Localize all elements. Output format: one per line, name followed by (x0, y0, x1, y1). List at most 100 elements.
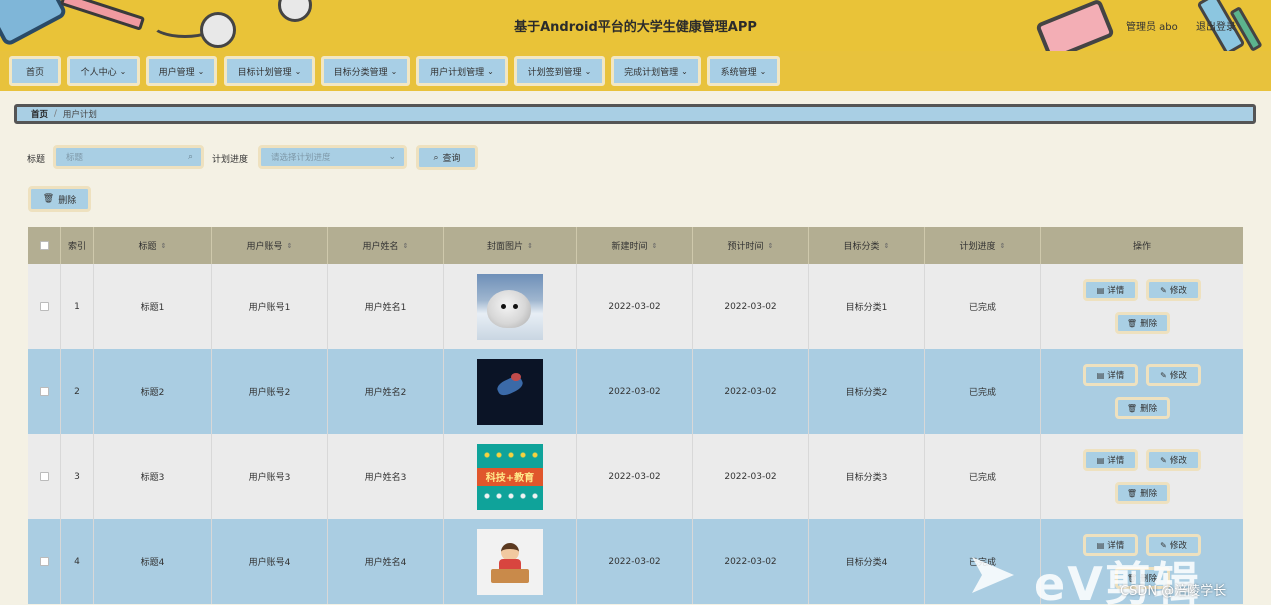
row-ops: ▤ 详情 ✎ 修改 🗑 删除 (1041, 264, 1243, 349)
chevron-down-icon: ⌄ (681, 66, 688, 76)
row-created: 2022-03-02 (577, 434, 693, 519)
nav-system-mgmt[interactable]: 系统管理 ⌄ (707, 56, 780, 86)
sort-icon: ⇕ (999, 241, 1006, 250)
table-row: 2 标题2 用户账号2 用户姓名2 2022-03-02 2022-03-02 … (28, 349, 1243, 434)
col-name[interactable]: 用户姓名 ⇕ (328, 227, 444, 264)
row-progress: 已完成 (925, 434, 1041, 519)
sort-icon: ⇕ (286, 241, 293, 250)
edit-button[interactable]: ✎ 修改 (1146, 449, 1201, 471)
col-index: 索引 (61, 227, 94, 264)
row-category: 目标分类1 (809, 264, 925, 349)
row-expected: 2022-03-02 (693, 349, 809, 434)
detail-button[interactable]: ▤ 详情 (1083, 364, 1138, 386)
nav-complete-plan-mgmt[interactable]: 完成计划管理 ⌄ (611, 56, 701, 86)
row-title: 标题3 (94, 434, 212, 519)
row-category: 目标分类3 (809, 434, 925, 519)
select-all-checkbox[interactable] (39, 241, 49, 250)
row-account: 用户账号3 (212, 434, 328, 519)
title-search-input[interactable]: 标题 ⌕ (53, 145, 204, 169)
chevron-down-icon: ⌄ (119, 66, 127, 76)
row-ops: ▤ 详情 ✎ 修改 🗑 删除 (1041, 349, 1243, 434)
chevron-down-icon: ⌄ (388, 152, 396, 162)
col-created[interactable]: 新建时间 ⇕ (577, 227, 693, 264)
row-category: 目标分类4 (809, 519, 925, 604)
sort-icon: ⇕ (883, 241, 890, 250)
edit-button[interactable]: ✎ 修改 (1146, 364, 1201, 386)
current-user: 管理员 abo (1126, 22, 1178, 33)
nav-checkin-mgmt[interactable]: 计划签到管理 ⌄ (514, 56, 605, 86)
delete-button[interactable]: 🗑 删除 (1114, 397, 1170, 419)
cover-image-seal (477, 273, 543, 340)
nav-goal-plan-mgmt[interactable]: 目标计划管理 ⌄ (224, 56, 315, 86)
trash-icon: 🗑 (1126, 318, 1138, 328)
sort-icon: ⇕ (767, 241, 774, 250)
breadcrumb-home[interactable]: 首页 (31, 108, 48, 120)
row-progress: 已完成 (925, 349, 1041, 434)
ev-logo-icon (972, 557, 1014, 593)
trash-icon: 🗑 (1126, 488, 1138, 498)
row-created: 2022-03-02 (577, 264, 693, 349)
breadcrumb: 首页 / 用户计划 (14, 104, 1256, 124)
logout-link[interactable]: 退出登录 (1196, 18, 1236, 33)
query-button[interactable]: ⌕ 查询 (416, 145, 478, 170)
top-nav: 首页 个人中心 ⌄ 用户管理 ⌄ 目标计划管理 ⌄ 目标分类管理 ⌄ 用户计划管理 ⌄ 计… (0, 51, 1271, 91)
sort-icon: ⇕ (402, 241, 409, 250)
nav-home[interactable]: 首页 (9, 56, 61, 86)
chevron-down-icon: ⌄ (197, 66, 205, 76)
row-account: 用户账号1 (212, 264, 328, 349)
row-title: 标题4 (94, 519, 212, 604)
document-icon: ▤ (1096, 285, 1105, 295)
delete-button[interactable]: 🗑 删除 (1114, 312, 1170, 334)
detail-button[interactable]: ▤ 详情 (1083, 279, 1138, 301)
row-checkbox[interactable] (39, 302, 49, 311)
batch-delete-button[interactable]: 🗑 删除 (28, 186, 91, 212)
cover-image-dancer (477, 358, 543, 425)
row-ops: ▤ 详情 ✎ 修改 🗑 删除 (1041, 434, 1243, 519)
chevron-down-icon: ⌄ (294, 66, 302, 76)
title-label: 标题 (27, 155, 46, 165)
document-icon: ▤ (1096, 455, 1105, 465)
progress-select[interactable]: 请选择计划进度 ⌄ (258, 145, 407, 169)
search-icon: ⌕ (187, 152, 193, 162)
row-title: 标题1 (94, 264, 212, 349)
table-header: 索引 标题 ⇕ 用户账号 ⇕ 用户姓名 ⇕ 封面图片 ⇕ 新建时间 ⇕ 预计时间 ⇕ 目标分… (28, 227, 1243, 264)
row-account: 用户账号2 (212, 349, 328, 434)
table-row: 3 标题3 用户账号3 用户姓名3 科技+教育 2022-03-02 2022-… (28, 434, 1243, 519)
row-checkbox[interactable] (39, 472, 49, 481)
col-category[interactable]: 目标分类 ⇕ (809, 227, 925, 264)
select-all-cell (28, 227, 61, 264)
breadcrumb-current: 用户计划 (62, 110, 97, 120)
col-title[interactable]: 标题 ⇕ (94, 227, 212, 264)
nav-user-mgmt[interactable]: 用户管理 ⌄ (146, 56, 217, 86)
progress-label: 计划进度 (212, 155, 249, 165)
sort-icon: ⇕ (527, 241, 533, 250)
row-checkbox[interactable] (39, 557, 49, 566)
edit-icon: ✎ (1160, 285, 1167, 295)
delete-button[interactable]: 🗑 删除 (1114, 482, 1170, 504)
col-account[interactable]: 用户账号 ⇕ (212, 227, 328, 264)
row-expected: 2022-03-02 (693, 519, 809, 604)
col-ops: 操作 (1132, 242, 1151, 252)
csdn-watermark: CSDN @涪陵学长 (1120, 584, 1227, 599)
col-expected[interactable]: 预计时间 ⇕ (693, 227, 809, 264)
row-category: 目标分类2 (809, 349, 925, 434)
chevron-down-icon: ⌄ (390, 66, 398, 76)
edit-icon: ✎ (1160, 455, 1167, 465)
col-cover[interactable]: 封面图片 ⇕ (444, 227, 577, 264)
detail-button[interactable]: ▤ 详情 (1083, 449, 1138, 471)
row-account: 用户账号4 (212, 519, 328, 604)
row-name: 用户姓名4 (328, 519, 444, 604)
nav-goal-category-mgmt[interactable]: 目标分类管理 ⌄ (321, 56, 410, 86)
chevron-down-icon: ⌄ (759, 66, 767, 76)
col-progress[interactable]: 计划进度 ⇕ (925, 227, 1041, 264)
edit-button[interactable]: ✎ 修改 (1146, 279, 1201, 301)
row-created: 2022-03-02 (577, 349, 693, 434)
row-name: 用户姓名2 (328, 349, 444, 434)
chevron-down-icon: ⌄ (584, 66, 592, 76)
trash-icon: 🗑 (1126, 403, 1138, 413)
nav-profile[interactable]: 个人中心 ⌄ (67, 56, 140, 86)
row-progress: 已完成 (925, 264, 1041, 349)
nav-user-plan-mgmt[interactable]: 用户计划管理 ⌄ (416, 56, 508, 86)
chevron-down-icon: ⌄ (487, 66, 494, 76)
row-checkbox[interactable] (39, 387, 49, 396)
